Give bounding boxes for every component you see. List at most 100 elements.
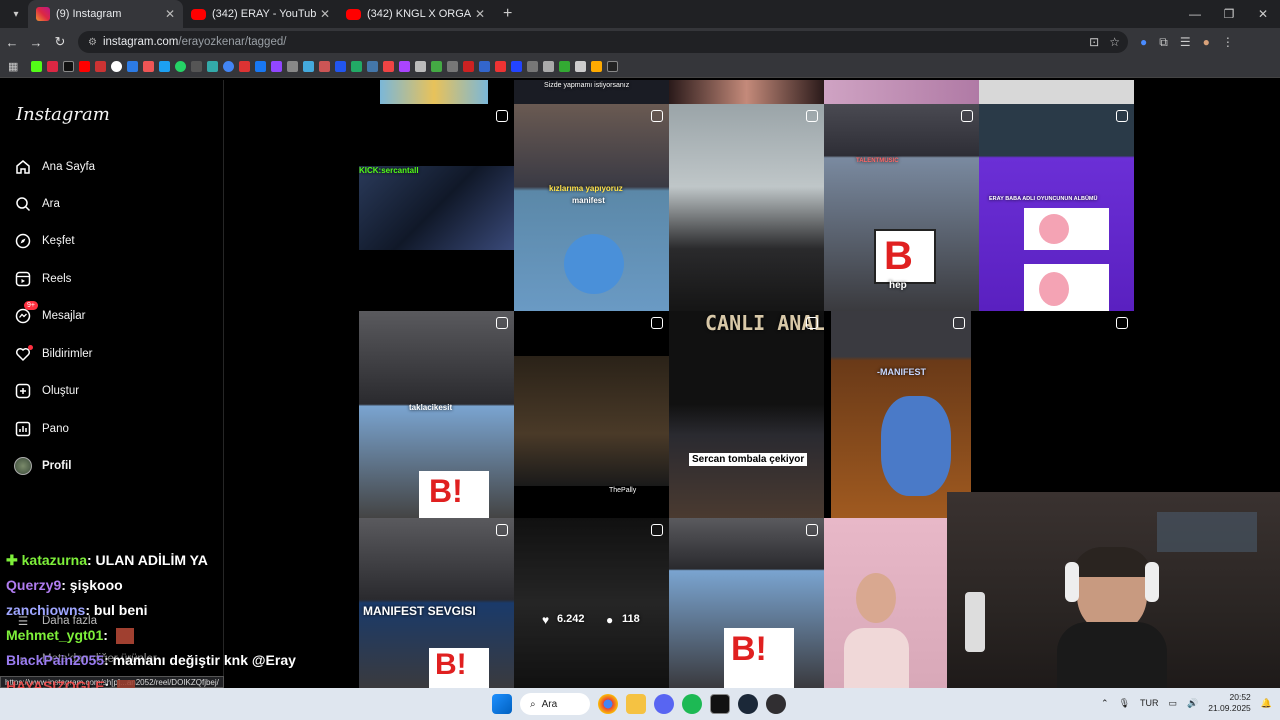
- back-button[interactable]: ←: [0, 35, 24, 50]
- bookmark-icon[interactable]: [159, 61, 171, 72]
- volume-icon[interactable]: 🔊: [1187, 698, 1198, 709]
- nav-create[interactable]: Oluştur: [14, 382, 79, 400]
- tab-instagram[interactable]: (9) Instagram ✕: [28, 0, 183, 28]
- bookmark-icon[interactable]: [431, 61, 443, 72]
- bookmark-kick-icon[interactable]: [31, 61, 43, 72]
- bookmark-icon[interactable]: [447, 61, 459, 72]
- windows-start-icon[interactable]: [492, 694, 512, 714]
- profile-avatar[interactable]: ●: [1203, 35, 1210, 50]
- tab-youtube-kngl[interactable]: (342) KNGL X ORGANİZE - KATL ✕: [338, 0, 493, 28]
- post-thumbnail[interactable]: -MANIFEST: [831, 311, 971, 518]
- bookmark-icon[interactable]: [207, 61, 219, 72]
- file-explorer-icon[interactable]: [626, 694, 646, 714]
- bookmark-icon[interactable]: [223, 61, 235, 72]
- post-thumbnail[interactable]: [380, 80, 488, 104]
- extension-icon[interactable]: ●: [1140, 35, 1147, 50]
- post-thumbnail[interactable]: [669, 104, 824, 311]
- close-icon[interactable]: ✕: [475, 7, 485, 21]
- microphone-icon[interactable]: 🎙: [1119, 698, 1130, 709]
- restore-button[interactable]: ❐: [1212, 0, 1246, 28]
- bookmark-icon[interactable]: [399, 61, 411, 72]
- install-app-icon[interactable]: ⊡: [1089, 35, 1099, 49]
- bookmark-icon[interactable]: [319, 61, 331, 72]
- post-thumbnail[interactable]: KICK:sercantall: [359, 104, 514, 311]
- minimize-button[interactable]: —: [1178, 0, 1212, 28]
- instagram-logo[interactable]: Instagram: [16, 104, 110, 125]
- nav-search[interactable]: Ara: [14, 195, 60, 213]
- bookmark-youtube-icon[interactable]: [79, 61, 91, 72]
- nav-dashboard[interactable]: Pano: [14, 420, 69, 438]
- bookmark-whatsapp-icon[interactable]: [175, 61, 187, 72]
- nav-explore[interactable]: Keşfet: [14, 232, 75, 250]
- forward-button[interactable]: →: [24, 35, 48, 50]
- post-thumbnail[interactable]: kızlarıma yapıyoruz manifest: [514, 104, 669, 311]
- language-indicator[interactable]: TUR: [1140, 698, 1159, 708]
- bookmark-icon[interactable]: [463, 61, 475, 72]
- bookmark-icon[interactable]: [479, 61, 491, 72]
- tab-youtube-eray[interactable]: (342) ERAY - YouTube ✕: [183, 0, 338, 28]
- taskbar-search[interactable]: ⌕ Ara: [520, 693, 590, 715]
- post-thumbnail[interactable]: taklacikesit B!: [359, 311, 514, 518]
- post-thumbnail[interactable]: CANLI ANALİZ Sercan tombala çekiyor: [669, 311, 824, 518]
- bookmark-google-icon[interactable]: [111, 61, 123, 72]
- chrome-icon[interactable]: [598, 694, 618, 714]
- nav-home[interactable]: Ana Sayfa: [14, 158, 95, 176]
- close-window-button[interactable]: ✕: [1246, 0, 1280, 28]
- obs-icon[interactable]: [766, 694, 786, 714]
- bookmark-icon[interactable]: [511, 61, 523, 72]
- capcut-icon[interactable]: [710, 694, 730, 714]
- post-thumbnail[interactable]: [971, 311, 1134, 491]
- post-thumbnail[interactable]: ThePally: [514, 311, 669, 518]
- clock[interactable]: 20:52 21.09.2025: [1208, 692, 1251, 714]
- url-input[interactable]: ⚙ instagram.com/erayozkenar/tagged/ ⊡ ☆: [78, 31, 1128, 53]
- nav-reels[interactable]: Reels: [14, 270, 71, 288]
- bookmark-icon[interactable]: [367, 61, 379, 72]
- network-icon[interactable]: ▭: [1169, 698, 1178, 709]
- apps-grid-icon[interactable]: ▦: [8, 60, 18, 73]
- bookmark-icon[interactable]: [543, 61, 555, 72]
- post-thumbnail[interactable]: [824, 80, 979, 104]
- extensions-puzzle-icon[interactable]: ⧉: [1159, 35, 1168, 50]
- close-icon[interactable]: ✕: [320, 7, 330, 21]
- bookmark-icon[interactable]: [607, 61, 619, 72]
- site-info-icon[interactable]: ⚙: [88, 37, 97, 48]
- post-thumbnail[interactable]: MANIFEST SEVGISI B!: [359, 518, 514, 688]
- bookmark-icon[interactable]: [575, 61, 587, 72]
- reload-button[interactable]: ↻: [48, 34, 72, 50]
- nav-notifications[interactable]: Bildirimler: [14, 345, 92, 363]
- bookmark-icon[interactable]: [351, 61, 363, 72]
- menu-icon[interactable]: ⋮: [1222, 35, 1234, 50]
- bookmark-icon[interactable]: [383, 61, 395, 72]
- bookmark-x-icon[interactable]: [63, 61, 75, 72]
- bookmark-star-icon[interactable]: ☆: [1109, 35, 1120, 49]
- bookmark-icon[interactable]: [303, 61, 315, 72]
- post-thumbnail[interactable]: Sizde yapmamı istiyorsanız: [514, 80, 669, 104]
- bookmark-instagram-icon[interactable]: [47, 61, 59, 72]
- post-thumbnail[interactable]: TALENTMUSIC B hep: [824, 104, 979, 311]
- spotify-icon[interactable]: [682, 694, 702, 714]
- bookmark-icon[interactable]: [143, 61, 155, 72]
- bookmark-icon[interactable]: [527, 61, 539, 72]
- new-tab-button[interactable]: +: [503, 5, 512, 23]
- bookmark-facebook-icon[interactable]: [255, 61, 267, 72]
- tab-search-button[interactable]: ▾: [4, 4, 28, 24]
- bookmark-icon[interactable]: [335, 61, 347, 72]
- close-icon[interactable]: ✕: [165, 7, 175, 21]
- bookmark-icon[interactable]: [287, 61, 299, 72]
- steam-icon[interactable]: [738, 694, 758, 714]
- post-thumbnail[interactable]: B!: [669, 518, 824, 688]
- bookmark-icon[interactable]: [415, 61, 427, 72]
- nav-profile[interactable]: Profil: [14, 457, 71, 475]
- chevron-up-icon[interactable]: ⌃: [1101, 698, 1109, 709]
- bookmark-icon[interactable]: [95, 61, 107, 72]
- bookmark-twitch-icon[interactable]: [271, 61, 283, 72]
- bookmark-icon[interactable]: [127, 61, 139, 72]
- post-thumbnail[interactable]: [669, 80, 824, 104]
- bookmark-icon[interactable]: [495, 61, 507, 72]
- bookmark-icon[interactable]: [239, 61, 251, 72]
- bookmark-icon[interactable]: [591, 61, 603, 72]
- discord-icon[interactable]: [654, 694, 674, 714]
- post-thumbnail[interactable]: ERAY BABA ADLI OYUNCUNUN ALBÜMÜ: [979, 104, 1134, 311]
- bookmark-icon[interactable]: [559, 61, 571, 72]
- notification-bell-icon[interactable]: 🔔: [1261, 698, 1272, 709]
